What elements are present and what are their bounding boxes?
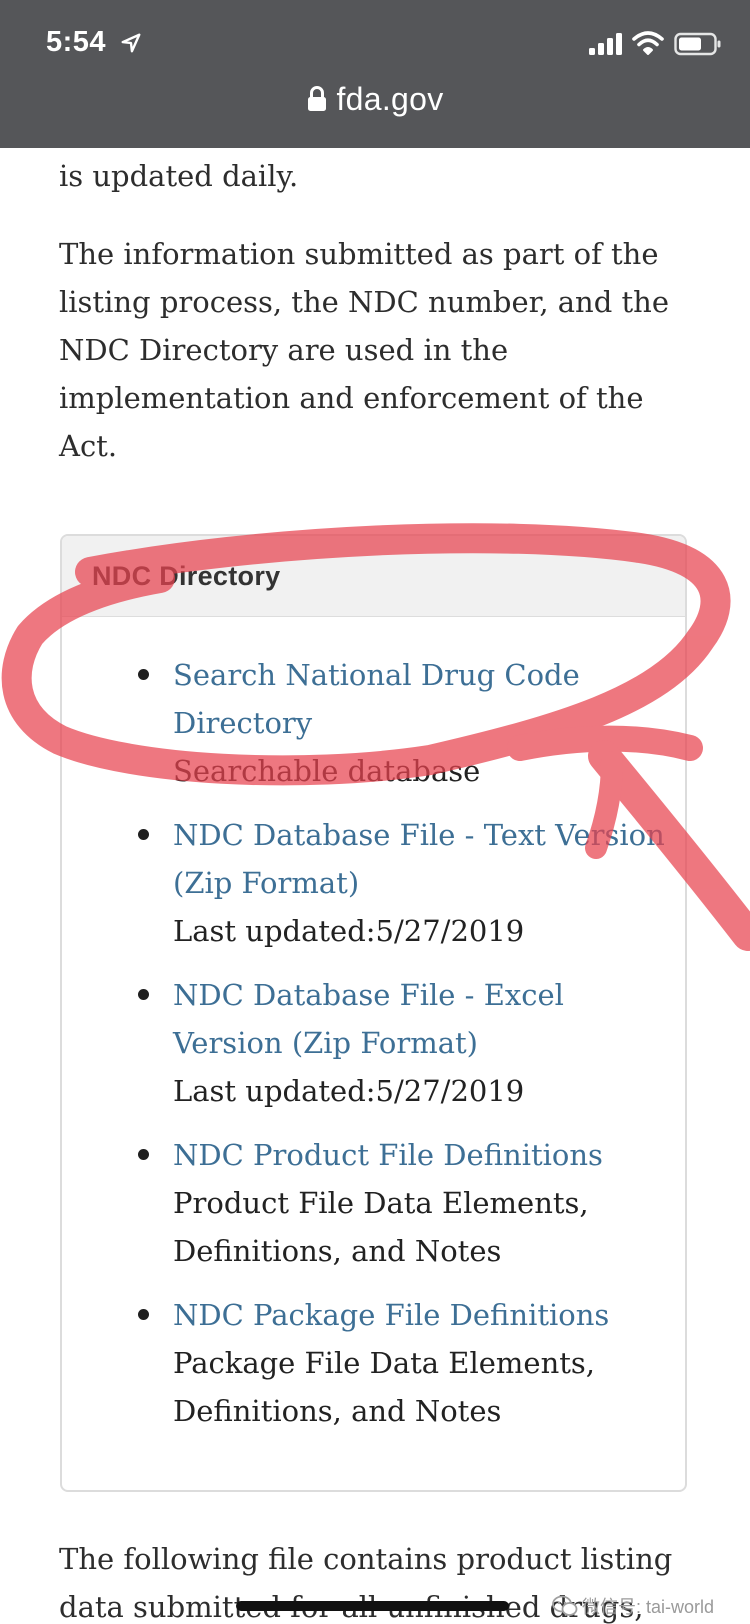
- ndc-text-file-link[interactable]: NDC Database File - Text Version (Zip Fo…: [173, 811, 665, 907]
- lock-icon: [308, 86, 327, 111]
- item-description: Product File Data Elements, Definitions,…: [173, 1186, 589, 1268]
- status-time: 5:54: [46, 26, 107, 58]
- page-content: is updated daily. The information submit…: [59, 148, 699, 470]
- item-description: Package File Data Elements, Definitions,…: [173, 1346, 596, 1428]
- wechat-icon: [552, 1595, 578, 1616]
- item-description: Last updated:5/27/2019: [173, 1074, 525, 1108]
- url-text: fda.gov: [336, 80, 444, 117]
- ndc-directory-card: NDC Directory Search National Drug Code …: [60, 534, 687, 1492]
- paragraph-listing-info: The information submitted as part of the…: [59, 237, 669, 463]
- card-header: NDC Directory: [62, 536, 685, 617]
- browser-top-bar: 5:54 fda.gov: [0, 0, 750, 148]
- bullet-icon: [138, 1149, 149, 1160]
- home-indicator[interactable]: [236, 1601, 509, 1611]
- battery-icon: [674, 32, 721, 56]
- wifi-icon: [632, 31, 664, 55]
- list-item: Search National Drug Code Directory Sear…: [62, 651, 685, 795]
- list-item: NDC Database File - Excel Version (Zip F…: [62, 971, 685, 1115]
- card-title: NDC Directory: [92, 560, 281, 591]
- location-arrow-icon: [121, 33, 141, 53]
- product-file-definitions-link[interactable]: NDC Product File Definitions: [173, 1131, 665, 1179]
- address-bar[interactable]: fda.gov: [0, 76, 750, 122]
- list-item: NDC Database File - Text Version (Zip Fo…: [62, 811, 685, 955]
- list-item: NDC Product File Definitions Product Fil…: [62, 1131, 685, 1275]
- paragraph-updated-daily: is updated daily.: [59, 159, 299, 193]
- bullet-icon: [138, 829, 149, 840]
- search-ndc-directory-link[interactable]: Search National Drug Code Directory: [173, 651, 665, 747]
- wechat-watermark: 微信号: tai-world: [552, 1592, 744, 1620]
- ndc-link-list: Search National Drug Code Directory Sear…: [62, 651, 685, 1451]
- list-item: NDC Package File Definitions Package Fil…: [62, 1291, 685, 1435]
- bullet-icon: [138, 669, 149, 680]
- package-file-definitions-link[interactable]: NDC Package File Definitions: [173, 1291, 665, 1339]
- bullet-icon: [138, 989, 149, 1000]
- item-description: Last updated:5/27/2019: [173, 914, 525, 948]
- watermark-text: 微信号: tai-world: [582, 1597, 715, 1617]
- ndc-excel-file-link[interactable]: NDC Database File - Excel Version (Zip F…: [173, 971, 665, 1067]
- bullet-icon: [138, 1309, 149, 1320]
- item-description: Searchable database: [173, 754, 481, 788]
- signal-icon: [589, 33, 622, 55]
